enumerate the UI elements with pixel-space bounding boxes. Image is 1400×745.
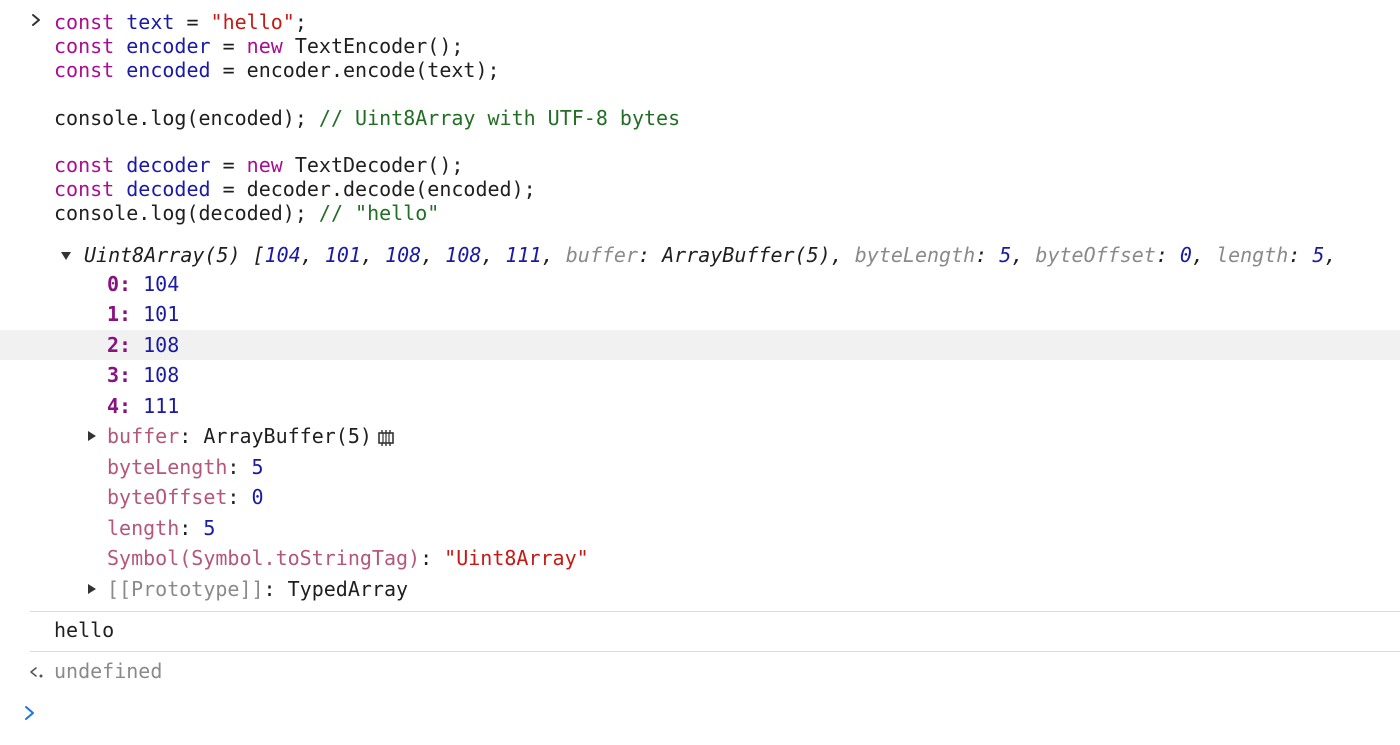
byteoffset-property[interactable]: byteOffset: 0 [0,482,1400,512]
triangle-right-icon[interactable] [86,583,98,595]
code-line: const text = "hello"; [54,10,307,34]
code-token: TextDecoder(); [294,153,464,177]
summary-length-val: 5 [1312,243,1325,267]
prototype-value: TypedArray [287,577,409,601]
code-line: const decoder = new TextDecoder(); [54,153,463,177]
log-output: hello [54,618,115,642]
summary-bytelength-key: byteLength [854,243,976,267]
buffer-value: ArrayBuffer(5) [203,424,372,448]
code-token: new [246,153,295,177]
summary-byteoffset-key: byteOffset [1035,243,1156,267]
length-value: 5 [203,516,216,540]
code-token: = decoder.decode(encoded); [210,177,536,201]
bytelength-key: byteLength [107,455,228,479]
summary-bytelength-val: 5 [999,243,1012,267]
code-token: const [54,153,127,177]
code-token: const [54,10,127,34]
summary-label: Uint8Array(5) [84,243,241,267]
bytelength-property[interactable]: byteLength: 5 [0,452,1400,482]
summary-buffer-key: buffer [565,243,638,267]
code-token: console.log(encoded); [54,106,319,130]
array-entry[interactable]: 1: 101 [0,299,1400,329]
length-property[interactable]: length: 5 [0,513,1400,543]
code-token: const [54,58,127,82]
code-token: ; [294,10,307,34]
summary-buffer-val: ArrayBuffer(5) [662,243,831,267]
code-token: const [54,177,127,201]
code-line: const decoded = decoder.decode(encoded); [54,177,536,201]
code-token: decoded [126,177,211,201]
uint8array-summary[interactable]: Uint8Array(5) [104, 101, 108, 108, 111, … [0,240,1400,270]
code-token: encoded [126,58,211,82]
code-token: console.log(decoded); [54,201,319,225]
code-token: TextEncoder(); [294,34,464,58]
code-token: = [210,153,247,177]
summary-value: 101 [324,243,361,267]
entry-value: 108 [143,333,180,357]
entry-key: 0 [107,272,120,296]
summary-open-bracket: [ [252,243,265,267]
prototype-property[interactable]: [[Prototype]]: TypedArray [0,574,1400,604]
entry-key: 4 [107,394,120,418]
code-token: text [126,10,175,34]
return-value: undefined [54,659,163,683]
array-entry[interactable]: 3: 108 [0,360,1400,390]
entry-key: 1 [107,302,120,326]
prototype-key: [[Prototype]] [107,577,264,601]
code-token: = encoder.encode(text); [210,58,500,82]
return-arrow-icon [30,667,43,678]
byteoffset-value: 0 [251,485,264,509]
bytelength-value: 5 [251,455,264,479]
code-line: const encoded = encoder.encode(text); [54,58,500,82]
code-token: "hello" [210,10,295,34]
entry-key: 2 [107,333,120,357]
entry-value: 101 [143,302,180,326]
entry-value: 104 [143,272,180,296]
code-token: // "hello" [318,201,440,225]
entry-value: 108 [143,363,180,387]
array-entry[interactable]: 2: 108 [0,330,1400,360]
symbol-key: Symbol(Symbol.toStringTag) [107,546,421,570]
buffer-key: buffer [107,424,180,448]
symbol-tostringtag-property[interactable]: Symbol(Symbol.toStringTag): "Uint8Array" [0,543,1400,573]
code-line: console.log(encoded); // Uint8Array with… [54,106,680,130]
summary-value: 104 [264,243,301,267]
code-token: // Uint8Array with UTF-8 bytes [318,106,681,130]
symbol-value: "Uint8Array" [444,546,589,570]
triangle-right-icon[interactable] [86,430,98,442]
message-divider [30,651,1400,652]
code-line: console.log(decoded); // "hello" [54,201,439,225]
devtools-console: const text = "hello"; const encoder = new… [0,0,1400,745]
array-entry[interactable]: 0: 104 [0,269,1400,299]
buffer-property[interactable]: buffer: ArrayBuffer(5) [0,421,1400,451]
message-divider [30,611,1400,612]
chevron-right-icon [32,14,40,26]
memory-inspector-icon[interactable] [376,428,396,448]
array-entry[interactable]: 4: 111 [0,391,1400,421]
entry-key: 3 [107,363,120,387]
code-token: new [246,34,295,58]
entry-value: 111 [143,394,180,418]
triangle-down-icon[interactable] [60,250,72,262]
chevron-right-icon[interactable] [22,704,38,722]
code-token: = [174,10,211,34]
code-token: encoder [126,34,211,58]
summary-text: Uint8Array(5) [104, 101, 108, 108, 111, … [84,243,1337,267]
code-token: = [210,34,247,58]
code-token: decoder [126,153,211,177]
byteoffset-key: byteOffset [107,485,228,509]
summary-value: 111 [505,243,542,267]
summary-value: 108 [385,243,422,267]
summary-byteoffset-val: 0 [1179,243,1192,267]
code-line: const encoder = new TextEncoder(); [54,34,463,58]
code-token: const [54,34,127,58]
length-key: length [107,516,180,540]
summary-length-key: length [1216,243,1289,267]
summary-value: 108 [445,243,482,267]
